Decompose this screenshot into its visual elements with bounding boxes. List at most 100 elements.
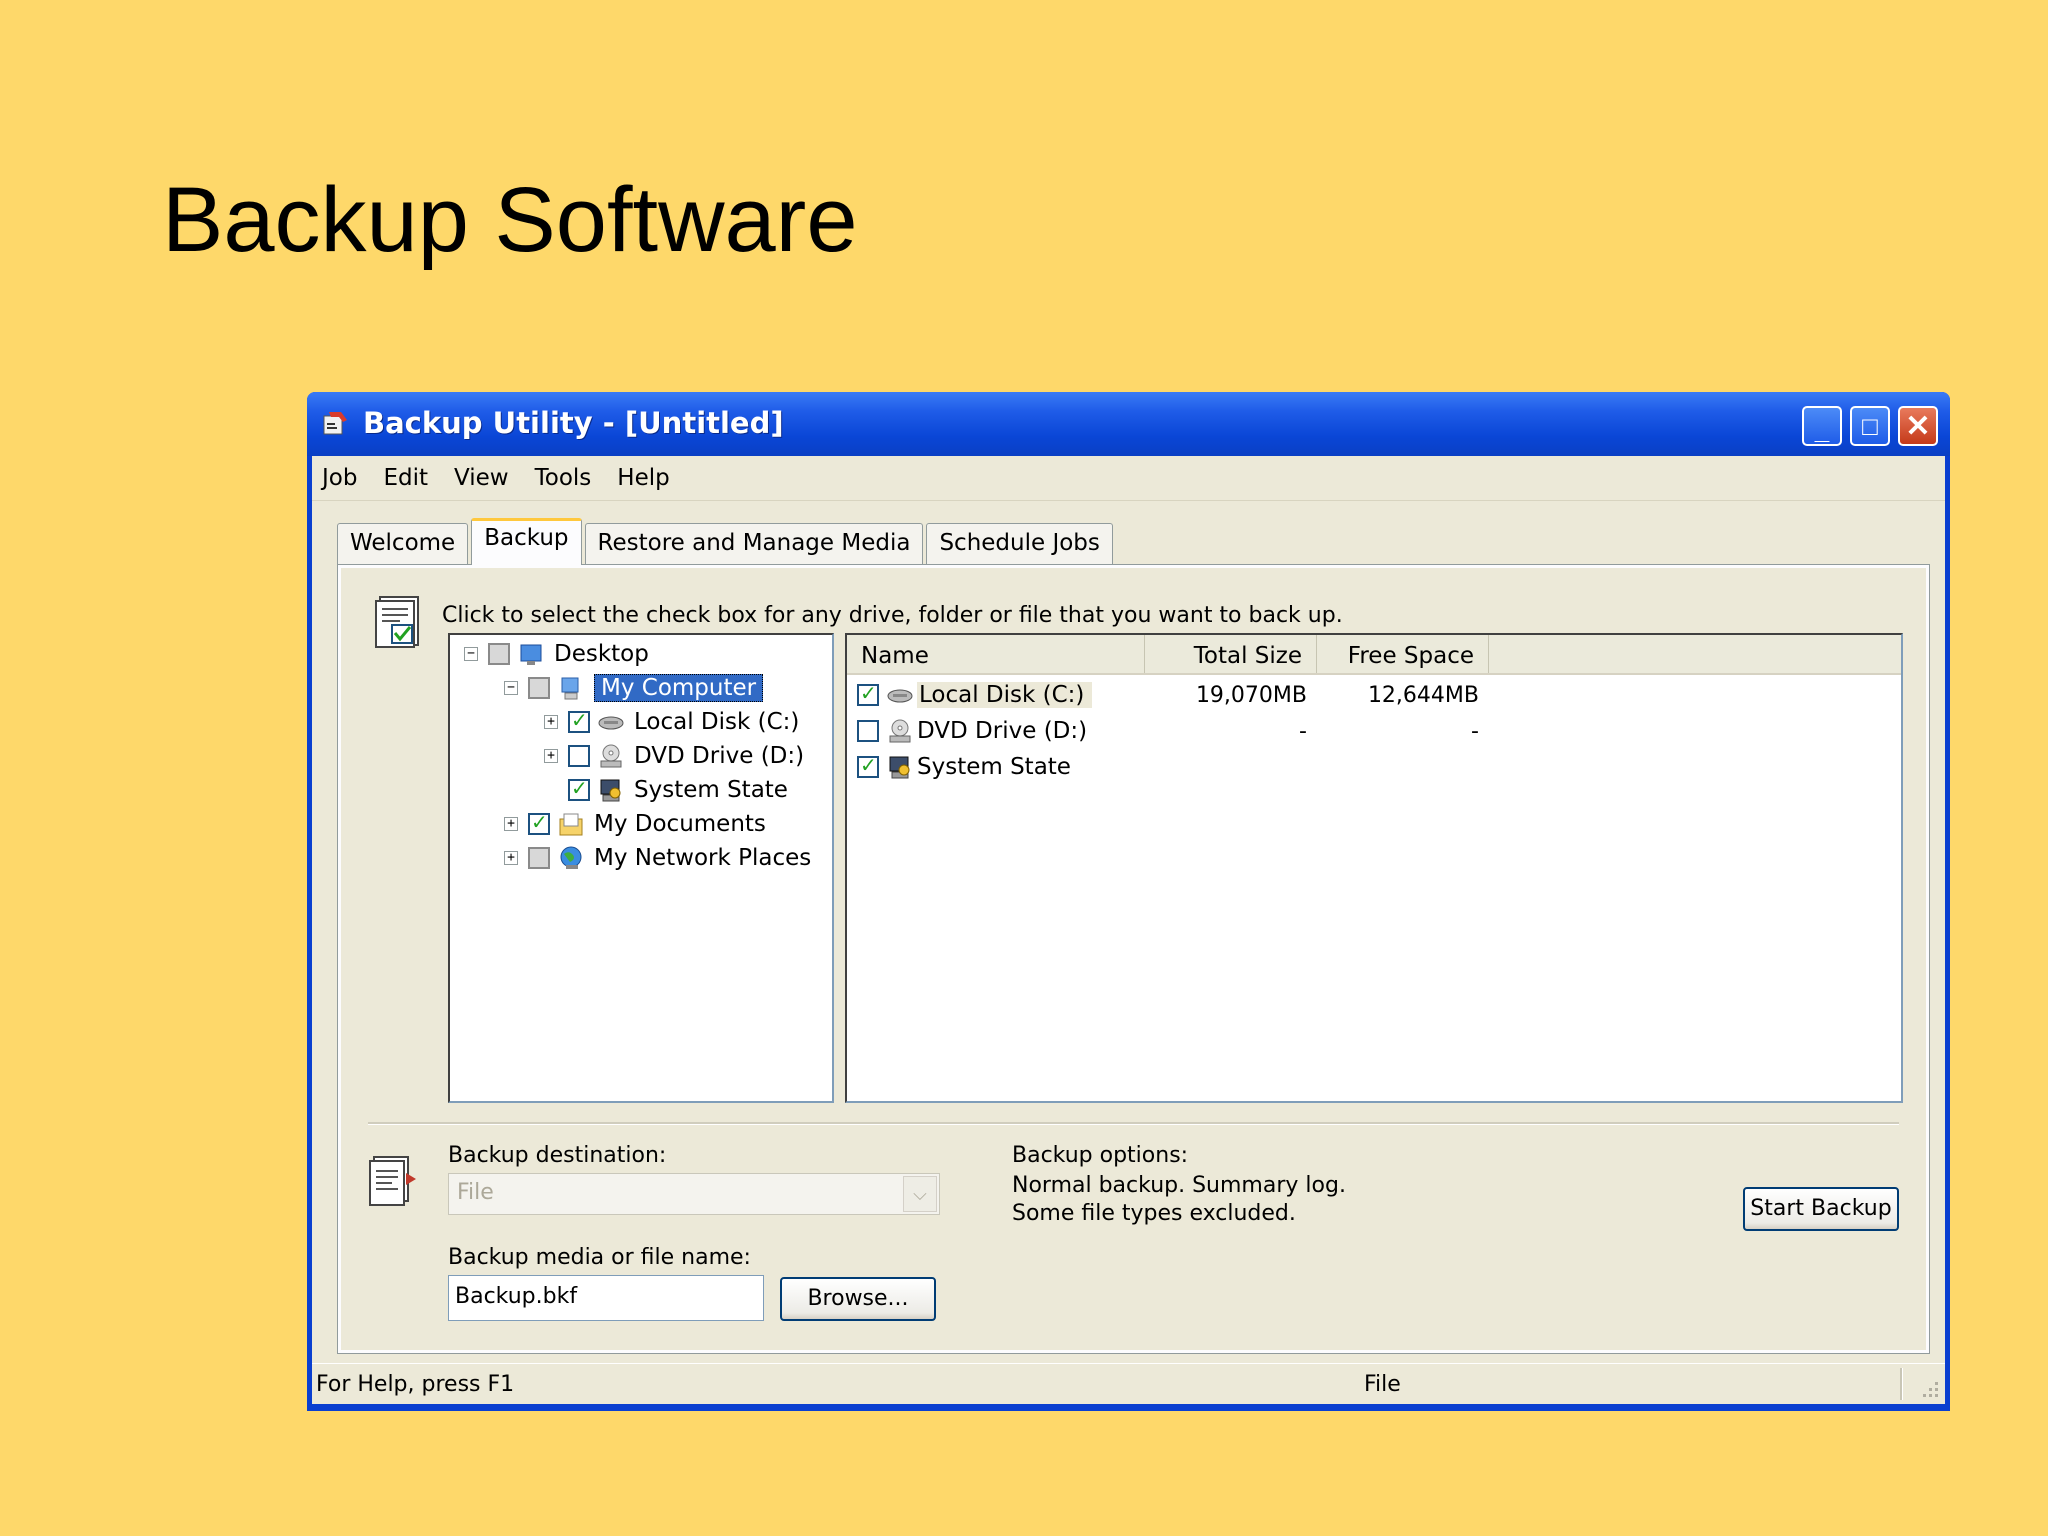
tree-label-my-computer: My Computer <box>594 674 764 702</box>
chevron-down-icon[interactable]: ⌵ <box>903 1176 937 1212</box>
my-documents-checkbox[interactable] <box>528 810 550 835</box>
status-mode-text: File <box>1364 1372 1401 1397</box>
list-free-dvd-drive: - <box>1471 719 1479 744</box>
network-globe-icon <box>560 846 582 869</box>
backup-options-line-1: Normal backup. Summary log. <box>1012 1173 1346 1198</box>
status-bar: For Help, press F1 File <box>312 1363 1945 1404</box>
dvd-drive-checkbox[interactable] <box>568 745 590 767</box>
backup-destination-value: File <box>457 1180 494 1205</box>
list-row-system-state[interactable]: System State <box>857 751 1071 783</box>
hard-drive-icon <box>887 689 913 703</box>
tree-row-desktop[interactable]: − Desktop <box>464 639 649 669</box>
tab-restore[interactable]: Restore and Manage Media <box>584 523 924 564</box>
my-computer-icon <box>561 677 579 700</box>
list-checkbox-system-state[interactable] <box>857 753 879 778</box>
close-icon: ✕ <box>1905 409 1931 443</box>
list-checkbox-dvd-drive[interactable] <box>857 720 879 742</box>
section-divider <box>368 1122 1899 1125</box>
list-row-dvd-drive[interactable]: DVD Drive (D:) <box>857 715 1087 747</box>
tree-label-dvd-drive: DVD Drive (D:) <box>634 743 805 769</box>
collapse-icon[interactable]: − <box>504 681 518 695</box>
status-divider <box>1900 1368 1903 1400</box>
browse-button[interactable]: Browse... <box>780 1277 936 1321</box>
backup-destination-icon <box>369 1156 416 1206</box>
tab-welcome[interactable]: Welcome <box>337 523 469 564</box>
desktop-checkbox[interactable] <box>488 643 510 665</box>
tree-label-local-disk: Local Disk (C:) <box>634 709 800 735</box>
start-backup-button[interactable]: Start Backup <box>1743 1187 1899 1231</box>
system-state-icon <box>600 779 621 802</box>
expand-icon[interactable]: + <box>544 749 558 763</box>
backup-options-label: Backup options: <box>1012 1143 1189 1168</box>
menu-tools[interactable]: Tools <box>535 465 592 491</box>
column-header-name[interactable]: Name <box>847 635 1145 673</box>
resize-grip-icon[interactable] <box>1917 1376 1941 1400</box>
list-name-system-state: System State <box>917 754 1071 780</box>
expand-icon[interactable]: + <box>544 715 558 729</box>
backup-destination-select[interactable]: File ⌵ <box>448 1173 940 1215</box>
status-help-text: For Help, press F1 <box>316 1372 515 1397</box>
menu-edit[interactable]: Edit <box>383 465 428 491</box>
list-header: Name Total Size Free Space <box>847 635 1901 675</box>
list-free-local-disk: 12,644MB <box>1367 683 1479 708</box>
slide-title: Backup Software <box>162 169 858 271</box>
expand-icon[interactable]: + <box>504 817 518 831</box>
backup-options-line-2: Some file types excluded. <box>1012 1201 1296 1226</box>
collapse-icon[interactable]: − <box>464 647 478 661</box>
window-title: Backup Utility - [Untitled] <box>363 406 784 440</box>
tree-row-my-network-places[interactable]: + My Network Places <box>504 843 811 873</box>
system-state-checkbox[interactable] <box>568 776 590 801</box>
minimize-button[interactable]: _ <box>1802 406 1842 446</box>
minimize-icon: _ <box>1814 414 1830 445</box>
instruction-text: Click to select the check box for any dr… <box>442 603 1343 628</box>
backup-utility-window: Backup Utility - [Untitled] _ □ ✕ Job Ed… <box>307 392 1950 1411</box>
tree-row-local-disk[interactable]: + Local Disk (C:) <box>544 707 799 737</box>
list-checkbox-local-disk[interactable] <box>857 681 879 706</box>
tab-strip: Welcome Backup Restore and Manage Media … <box>337 518 1116 565</box>
tree-label-system-state: System State <box>634 777 788 803</box>
tree-row-my-documents[interactable]: + My Documents <box>504 809 766 839</box>
title-bar[interactable]: Backup Utility - [Untitled] _ □ ✕ <box>307 392 1950 456</box>
my-network-places-checkbox[interactable] <box>528 847 550 869</box>
menu-view[interactable]: View <box>454 465 509 491</box>
hard-drive-icon <box>598 716 624 730</box>
backup-destination-label: Backup destination: <box>448 1143 667 1168</box>
dvd-drive-icon <box>889 719 911 743</box>
my-computer-checkbox[interactable] <box>528 677 550 699</box>
backup-media-value: Backup.bkf <box>455 1284 578 1309</box>
backup-media-input[interactable]: Backup.bkf <box>448 1275 764 1321</box>
list-total-dvd-drive: - <box>1299 719 1307 744</box>
tab-schedule-jobs[interactable]: Schedule Jobs <box>926 523 1113 564</box>
list-row-local-disk[interactable]: Local Disk (C:) <box>857 679 1093 711</box>
tab-backup[interactable]: Backup <box>471 518 582 565</box>
menu-bar: Job Edit View Tools Help <box>312 456 1945 501</box>
checklist-icon <box>375 596 419 648</box>
system-state-icon <box>889 756 910 779</box>
maximize-icon: □ <box>1862 410 1878 441</box>
desktop-icon <box>520 644 542 665</box>
maximize-button[interactable]: □ <box>1850 406 1890 446</box>
menu-job[interactable]: Job <box>322 465 357 491</box>
menu-help[interactable]: Help <box>617 465 669 491</box>
tree-label-desktop: Desktop <box>554 641 649 667</box>
backup-app-icon <box>323 412 347 435</box>
column-header-free-space[interactable]: Free Space <box>1317 635 1489 673</box>
dvd-drive-icon <box>600 744 622 768</box>
window-client: Job Edit View Tools Help Welcome Backup … <box>312 456 1945 1404</box>
list-total-local-disk: 19,070MB <box>1195 683 1307 708</box>
backup-tab-panel: Click to select the check box for any dr… <box>337 564 1930 1354</box>
tree-label-my-network-places: My Network Places <box>594 845 812 871</box>
close-button[interactable]: ✕ <box>1898 406 1938 446</box>
folder-tree[interactable]: − Desktop − My Computer + Local Disk (C:… <box>448 633 834 1103</box>
column-header-total-size[interactable]: Total Size <box>1145 635 1317 673</box>
backup-media-label: Backup media or file name: <box>448 1245 751 1270</box>
tree-row-dvd-drive[interactable]: + DVD Drive (D:) <box>544 741 804 771</box>
file-list[interactable]: Name Total Size Free Space Local Disk (C… <box>845 633 1903 1103</box>
tree-row-my-computer[interactable]: − My Computer <box>504 673 764 703</box>
list-name-local-disk: Local Disk (C:) <box>917 682 1093 708</box>
local-disk-checkbox[interactable] <box>568 708 590 733</box>
my-documents-icon <box>559 813 583 836</box>
list-name-dvd-drive: DVD Drive (D:) <box>917 718 1088 744</box>
expand-icon[interactable]: + <box>504 851 518 865</box>
tree-row-system-state[interactable]: System State <box>568 775 788 805</box>
